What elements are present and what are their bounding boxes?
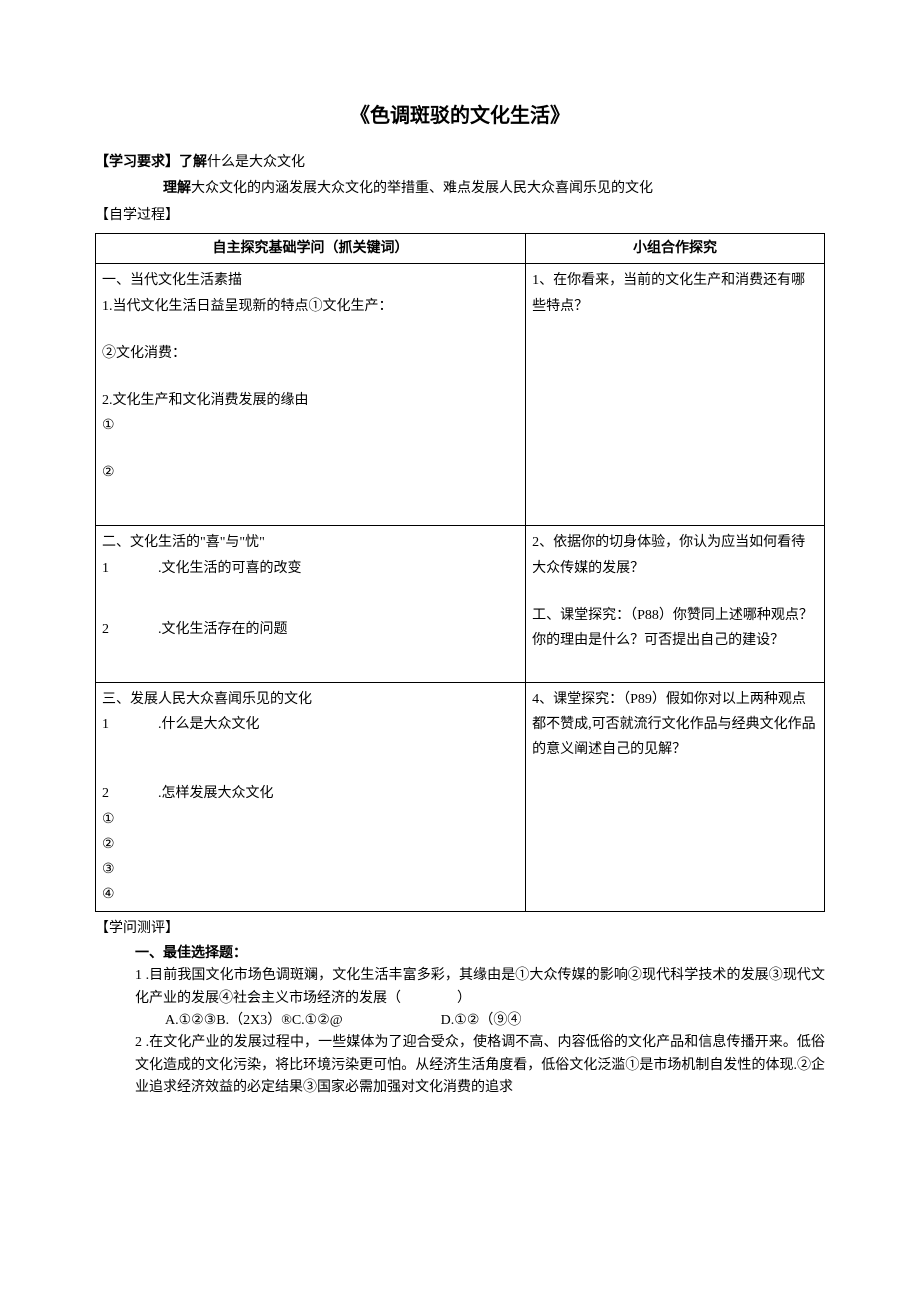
evaluation-heading: 一、最佳选择题： bbox=[95, 943, 825, 965]
row1-l1: 一、当代文化生活素描 bbox=[102, 268, 519, 293]
row2-l3-text: .文化生活存在的问题 bbox=[158, 617, 288, 642]
row1-l4: 2.文化生产和文化消费发展的缘由 bbox=[102, 388, 519, 413]
understand-label: 理解 bbox=[163, 181, 191, 196]
row1-l6: ② bbox=[102, 460, 519, 485]
row2-l2-text: .文化生活的可喜的改变 bbox=[158, 556, 302, 581]
process-label: 【自学过程】 bbox=[95, 205, 825, 227]
row3-right-cell: 4、课堂探究：（P89）假如你对以上两种观点都不赞成,可否就流行文化作品与经典文… bbox=[526, 683, 825, 912]
row3-right-text: 4、课堂探究：（P89）假如你对以上两种观点都不赞成,可否就流行文化作品与经典文… bbox=[532, 687, 818, 763]
question-1: 1 .目前我国文化市场色调斑斓，文化生活丰富多彩，其缘由是①大众传媒的影响②现代… bbox=[95, 965, 825, 1010]
row2-l3: 2 .文化生活存在的问题 bbox=[102, 617, 519, 642]
row1-right-text: 1、在你看来，当前的文化生产和消费还有哪些特点？ bbox=[532, 268, 818, 318]
question-1-options: A.①②③B.（2X3）®C.①②@ D.①②（⑨④ bbox=[95, 1010, 825, 1032]
table-head-right: 小组合作探究 bbox=[526, 234, 825, 264]
row3-l2: 1 .什么是大众文化 bbox=[102, 712, 519, 737]
requirements-line-2: 理解大众文化的内涵发展大众文化的举措重、难点发展人民大众喜闻乐见的文化 bbox=[95, 178, 825, 200]
table-row: 一、当代文化生活素描 1.当代文化生活日益呈现新的特点①文化生产： ②文化消费：… bbox=[96, 264, 825, 526]
row2-right-p1: 2、依据你的切身体验，你认为应当如何看待大众传媒的发展？ bbox=[532, 530, 818, 580]
study-table: 自主探究基础学问（抓关键词） 小组合作探究 一、当代文化生活素描 1.当代文化生… bbox=[95, 233, 825, 912]
row1-l5: ① bbox=[102, 413, 519, 438]
row2-l3-num: 2 bbox=[102, 617, 158, 642]
evaluation-label: 【学问测评】 bbox=[95, 918, 825, 940]
document-title: 《色调斑驳的文化生活》 bbox=[95, 100, 825, 132]
row1-l2: 1.当代文化生活日益呈现新的特点①文化生产： bbox=[102, 294, 519, 319]
row2-right-p2: 工、课堂探究：（P88）你赞同上述哪种观点？你的理由是什么？可否提出自己的建设？ bbox=[532, 603, 818, 653]
requirements-label: 【学习要求】 bbox=[95, 155, 179, 170]
table-row: 二、文化生活的"喜"与"忧" 1 .文化生活的可喜的改变 2 .文化生活存在的问… bbox=[96, 526, 825, 683]
row3-c1: ① bbox=[102, 807, 519, 832]
row3-l3-num: 2 bbox=[102, 781, 158, 806]
question-2: 2 .在文化产业的发展过程中，一些媒体为了迎合受众，使格调不高、内容低俗的文化产… bbox=[95, 1032, 825, 1099]
row3-c4: ④ bbox=[102, 882, 519, 907]
know-text: 什么是大众文化 bbox=[207, 155, 305, 170]
evaluation-section: 【学问测评】 一、最佳选择题： 1 .目前我国文化市场色调斑斓，文化生活丰富多彩… bbox=[95, 918, 825, 1099]
row3-l3-text: .怎样发展大众文化 bbox=[158, 781, 274, 806]
requirements-line-1: 【学习要求】了解什么是大众文化 bbox=[95, 152, 825, 174]
row3-c3: ③ bbox=[102, 857, 519, 882]
row2-l2: 1 .文化生活的可喜的改变 bbox=[102, 556, 519, 581]
row3-l3: 2 .怎样发展大众文化 bbox=[102, 781, 519, 806]
row2-right-cell: 2、依据你的切身体验，你认为应当如何看待大众传媒的发展？ 工、课堂探究：（P88… bbox=[526, 526, 825, 683]
row3-l2-text: .什么是大众文化 bbox=[158, 712, 260, 737]
understand-text: 大众文化的内涵发展大众文化的举措重、难点发展人民大众喜闻乐见的文化 bbox=[191, 181, 653, 196]
row3-l2-num: 1 bbox=[102, 712, 158, 737]
row1-left-cell: 一、当代文化生活素描 1.当代文化生活日益呈现新的特点①文化生产： ②文化消费：… bbox=[96, 264, 526, 526]
table-row: 三、发展人民大众喜闻乐见的文化 1 .什么是大众文化 2 .怎样发展大众文化 ①… bbox=[96, 683, 825, 912]
row1-l3: ②文化消费： bbox=[102, 341, 519, 366]
row2-l2-num: 1 bbox=[102, 556, 158, 581]
row1-right-cell: 1、在你看来，当前的文化生产和消费还有哪些特点？ bbox=[526, 264, 825, 526]
row3-left-cell: 三、发展人民大众喜闻乐见的文化 1 .什么是大众文化 2 .怎样发展大众文化 ①… bbox=[96, 683, 526, 912]
row2-l1: 二、文化生活的"喜"与"忧" bbox=[102, 530, 519, 555]
know-label: 了解 bbox=[179, 155, 207, 170]
row3-c2: ② bbox=[102, 832, 519, 857]
row2-left-cell: 二、文化生活的"喜"与"忧" 1 .文化生活的可喜的改变 2 .文化生活存在的问… bbox=[96, 526, 526, 683]
table-head-left: 自主探究基础学问（抓关键词） bbox=[96, 234, 526, 264]
row3-l1: 三、发展人民大众喜闻乐见的文化 bbox=[102, 687, 519, 712]
